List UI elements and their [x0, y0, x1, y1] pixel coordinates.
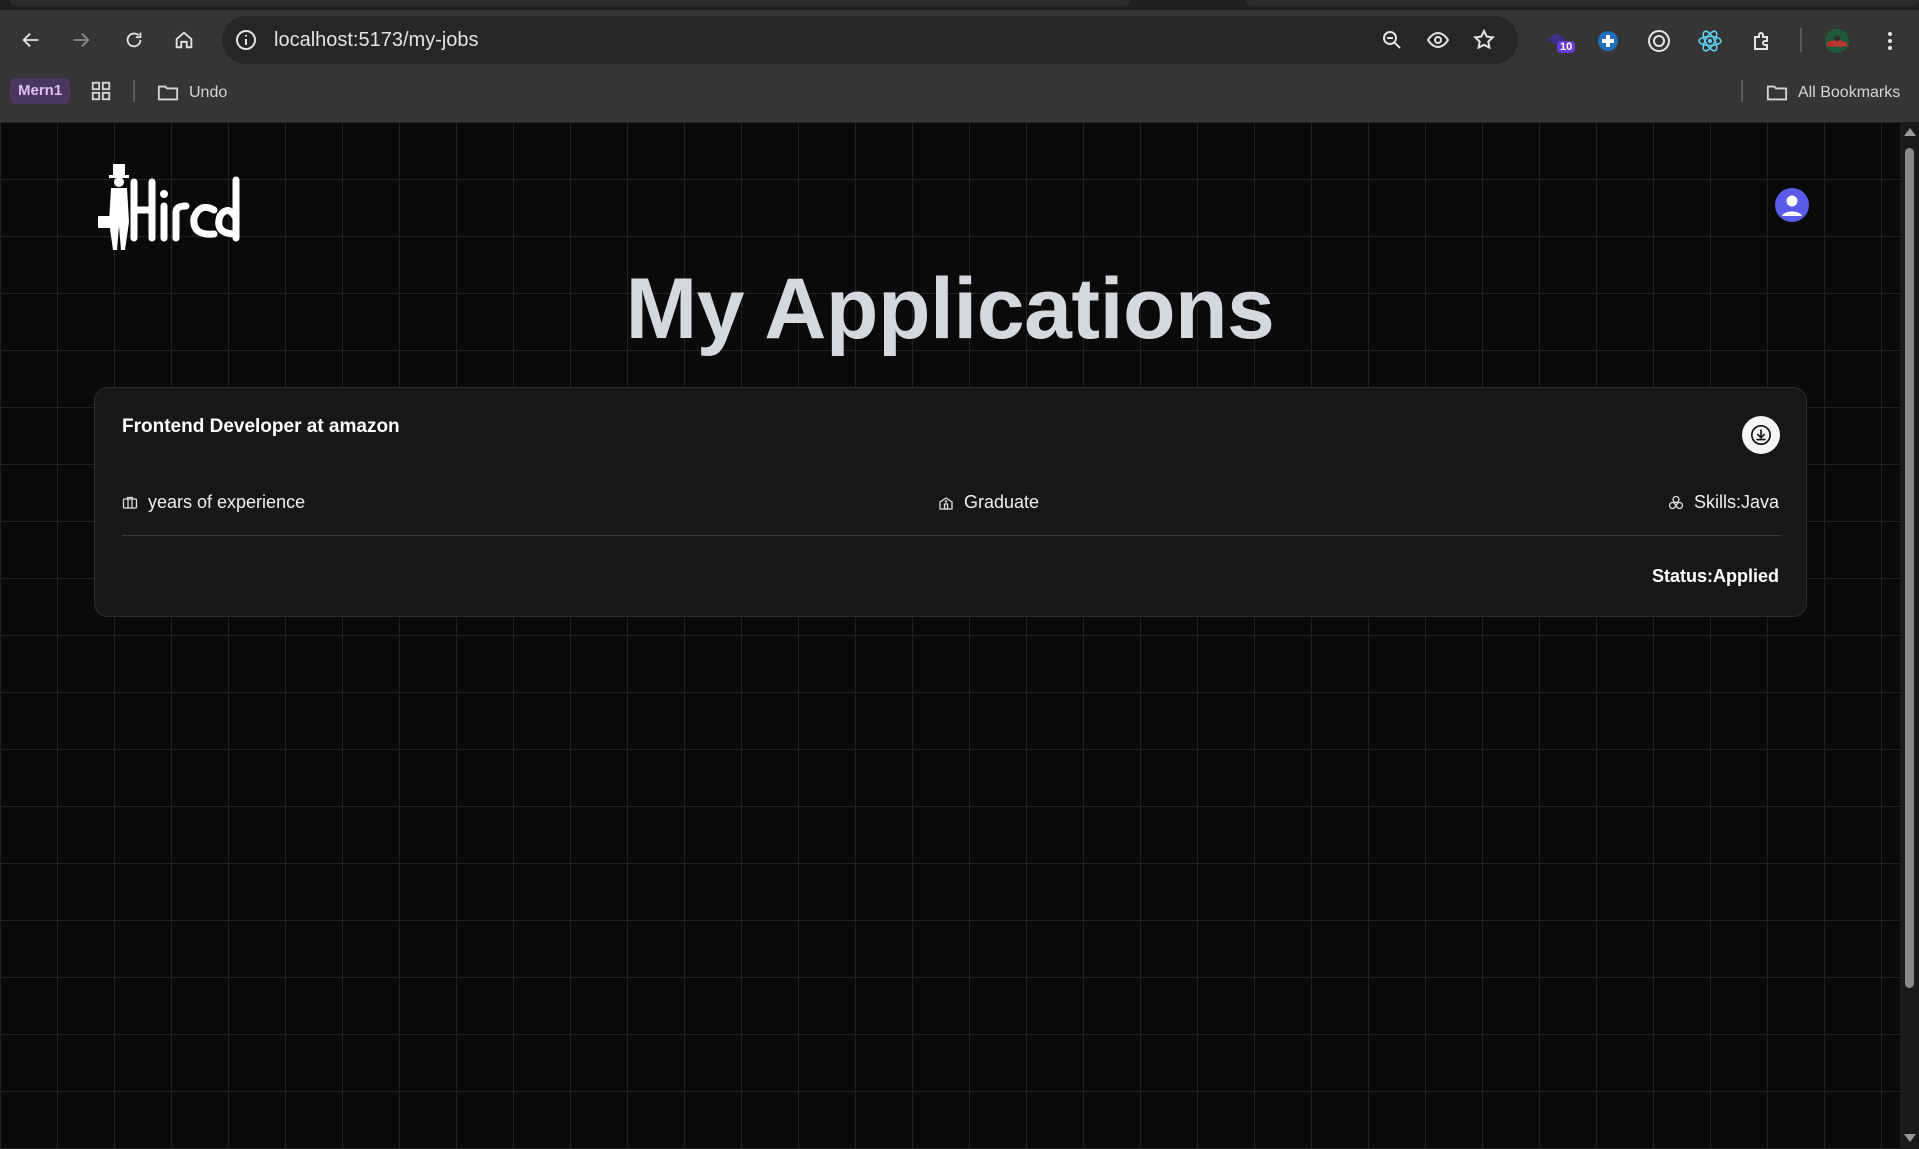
extension-cross-button[interactable] — [1595, 28, 1621, 54]
address-bar[interactable]: localhost:5173/my-jobs — [222, 16, 1518, 64]
bookmark-folder-label: Undo — [189, 84, 228, 101]
skills-text: Skills:Java — [1693, 492, 1779, 512]
url-text[interactable]: localhost:5173/my-jobs — [274, 29, 479, 52]
reload-icon — [126, 32, 142, 48]
forward-button[interactable] — [63, 22, 99, 58]
toolbar-divider — [1800, 28, 1802, 52]
react-devtools-icon — [1698, 30, 1722, 52]
application-title: Frontend Developer at amazon — [122, 416, 400, 437]
menu-dots-icon — [1888, 32, 1892, 50]
target-extension-icon — [1648, 30, 1670, 52]
bookmark-tag-mern1[interactable]: Mern1 — [10, 78, 71, 104]
page-content: My Applications Frontend Developer at am… — [0, 122, 1900, 1149]
school-icon — [939, 496, 953, 510]
bookmarks-bar: Mern1 Undo All Bookmarks — [0, 76, 1919, 110]
all-bookmarks-label: All Bookmarks — [1798, 84, 1901, 101]
bookmark-folder-undo[interactable]: Undo — [157, 82, 227, 104]
extension-react-button[interactable] — [1697, 28, 1723, 54]
home-icon — [175, 31, 193, 49]
download-icon — [1751, 425, 1771, 445]
card-divider — [122, 535, 1781, 536]
site-info-icon[interactable] — [234, 28, 258, 52]
profile-button[interactable] — [1824, 28, 1850, 54]
forward-icon — [73, 32, 90, 48]
skills-meta: Skills:Java — [1668, 492, 1779, 513]
tab[interactable] — [1246, 0, 1919, 6]
back-button[interactable] — [13, 22, 49, 58]
user-icon — [1782, 195, 1802, 216]
user-avatar[interactable] — [1775, 188, 1809, 222]
download-button[interactable] — [1742, 416, 1780, 454]
status-badge: Status:Applied — [1651, 566, 1779, 586]
browser-chrome: localhost:5173/my-jobs 10 Mern1 Undo All… — [0, 0, 1919, 122]
browser-toolbar: localhost:5173/my-jobs 10 — [0, 14, 1919, 66]
star-icon[interactable] — [1472, 28, 1496, 52]
folder-icon — [157, 85, 179, 101]
scroll-down-arrow[interactable] — [1904, 1134, 1916, 1142]
eye-icon[interactable] — [1426, 28, 1450, 52]
experience-text: years of experience — [148, 492, 306, 512]
page-title: My Applications — [625, 261, 1275, 357]
folder-icon — [1766, 85, 1788, 101]
browser-menu-button[interactable] — [1877, 28, 1903, 54]
page-scrollbar[interactable] — [1900, 122, 1919, 1149]
logo-mark — [98, 164, 240, 250]
extension-badge-button[interactable]: 10 — [1545, 28, 1576, 54]
extensions-button[interactable] — [1749, 28, 1775, 54]
bookmarks-divider-right — [1741, 80, 1743, 102]
apps-grid-icon[interactable] — [90, 80, 112, 102]
experience-meta: years of experience — [122, 492, 305, 513]
extension-badge: 10 — [1557, 41, 1576, 53]
tab[interactable] — [10, 0, 1130, 6]
education-meta: Graduate — [938, 492, 1039, 513]
briefcase-icon — [122, 496, 138, 509]
scroll-up-arrow[interactable] — [1904, 128, 1916, 136]
hired-logo[interactable] — [96, 162, 246, 252]
extension-target-button[interactable] — [1646, 28, 1672, 54]
reload-button[interactable] — [116, 22, 152, 58]
education-text: Graduate — [964, 492, 1040, 512]
zoom-icon[interactable] — [1380, 28, 1404, 52]
cross-extension-icon — [1598, 31, 1618, 51]
scrollbar-thumb[interactable] — [1905, 148, 1914, 988]
skills-icon — [1668, 495, 1684, 509]
profile-icon — [1824, 28, 1850, 54]
home-button[interactable] — [166, 22, 202, 58]
extension-puzzle-icon — [1754, 32, 1768, 50]
back-icon — [22, 32, 39, 48]
application-card: Frontend Developer at amazon years of ex… — [94, 387, 1807, 617]
all-bookmarks-button[interactable]: All Bookmarks — [1766, 82, 1900, 104]
tab-strip — [0, 0, 1919, 10]
bookmarks-divider — [133, 80, 135, 102]
